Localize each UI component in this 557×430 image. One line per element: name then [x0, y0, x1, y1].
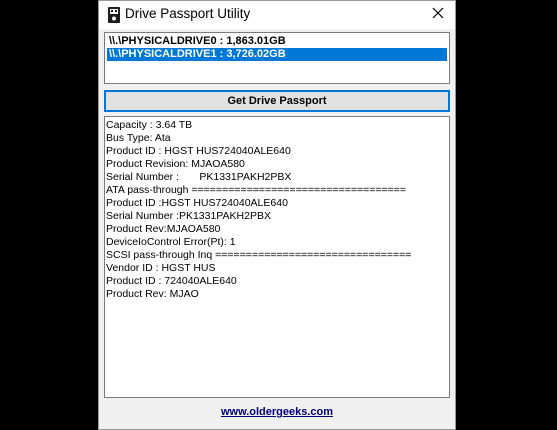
drive-list-item[interactable]: \\.\PHYSICALDRIVE0 : 1,863.01GB: [107, 35, 447, 48]
output-line: Capacity : 3.64 TB: [106, 119, 193, 131]
output-line: DeviceIoControl Error(Pt): 1: [106, 236, 236, 248]
output-line: Serial Number : PK1331PAKH2PBX: [106, 171, 292, 183]
output-line: Product Rev: MJAO: [106, 288, 199, 300]
close-icon: [432, 6, 444, 24]
get-drive-passport-button[interactable]: Get Drive Passport: [104, 90, 450, 112]
usb-drive-icon: [107, 7, 121, 23]
drive-list[interactable]: \\.\PHYSICALDRIVE0 : 1,863.01GB \\.\PHYS…: [104, 32, 450, 84]
output-line: ATA pass-through =======================…: [106, 184, 407, 196]
window-title: Drive Passport Utility: [125, 6, 251, 21]
drive-list-item-selected[interactable]: \\.\PHYSICALDRIVE1 : 3,726.02GB: [107, 48, 447, 61]
title-bar[interactable]: Drive Passport Utility: [99, 1, 455, 29]
output-line: Product ID :HGST HUS724040ALE640: [106, 197, 288, 209]
output-line: Product Rev:MJAOA580: [106, 223, 221, 235]
output-line: Product ID : 724040ALE640: [106, 275, 237, 287]
website-link[interactable]: www.oldergeeks.com: [99, 406, 455, 418]
output-line: Vendor ID : HGST HUS: [106, 262, 216, 274]
close-button[interactable]: [421, 1, 455, 29]
output-text-area[interactable]: Capacity : 3.64 TB Bus Type: Ata Product…: [104, 116, 450, 398]
output-line: SCSI pass-through Inq ==================…: [106, 249, 412, 261]
output-line: Bus Type: Ata: [106, 132, 171, 144]
output-line: Product Revision: MJAOA580: [106, 158, 245, 170]
app-window: Drive Passport Utility \\.\PHYSICALDRIVE…: [98, 0, 456, 430]
output-line: Product ID : HGST HUS724040ALE640: [106, 145, 291, 157]
output-line: Serial Number :PK1331PAKH2PBX: [106, 210, 271, 222]
